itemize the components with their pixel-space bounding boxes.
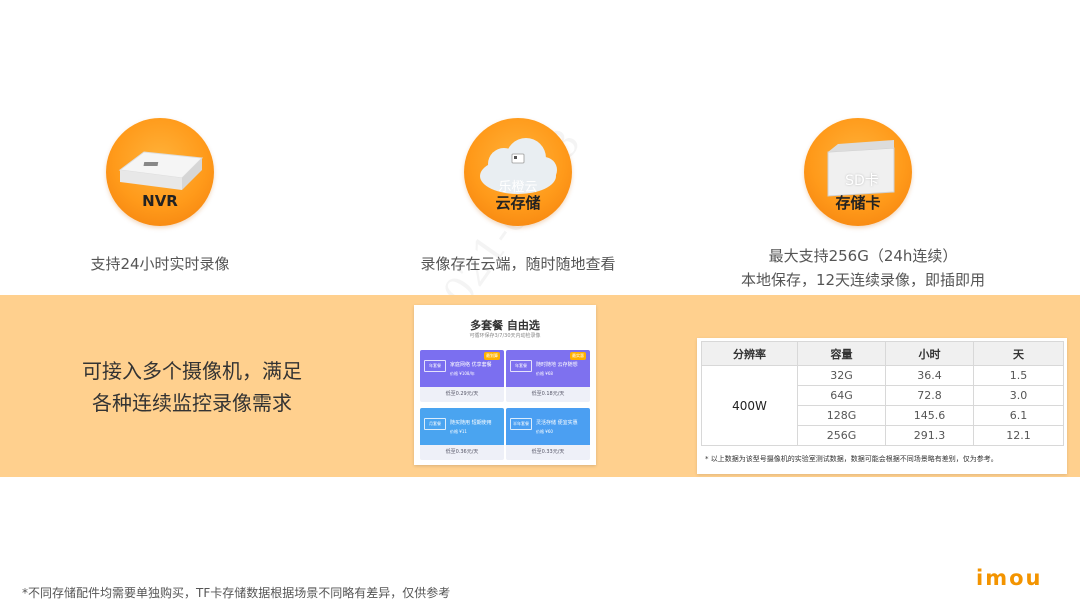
- spec-note: * 以上数据为该型号摄像机的实验室测试数据，数据可能会根据不同场景略有差别，仅为…: [705, 455, 998, 463]
- tile-daily-price: 低至0.33元/天: [506, 445, 590, 460]
- sdcard-label: 存储卡: [835, 194, 881, 212]
- plan-tile: 最实惠 年套餐 随时随地 云存随想 价格 ¥68 低至0.18元/天: [506, 350, 590, 402]
- table-header-row: 分辨率 容量 小时 天: [701, 341, 1064, 366]
- imou-logo: imou: [976, 566, 1043, 590]
- days-cell: 3.0: [973, 385, 1064, 406]
- tile-price: 价格 ¥60: [536, 429, 553, 434]
- plan-tile: 半年套餐 灵活存储 便宜实惠 价格 ¥60 低至0.33元/天: [506, 408, 590, 460]
- days-cell: 12.1: [973, 425, 1064, 446]
- sdcard-caption-line2: 本地保存，12天连续录像，即插即用: [740, 271, 986, 289]
- tile-daily-price: 低至0.18元/天: [506, 387, 590, 402]
- nvr-label: NVR: [142, 192, 178, 210]
- capacity-cell: 256G: [797, 425, 886, 446]
- sd-card-icon: SD卡 存储卡: [804, 118, 912, 226]
- tile-tag: 年套餐: [510, 360, 532, 372]
- plan-tile: 月套餐 随买随用 短期使用 价格 ¥11 低至0.36元/天: [420, 408, 504, 460]
- capacity-cell: 128G: [797, 405, 886, 426]
- days-cell: 6.1: [973, 405, 1064, 426]
- tile-name: 随买随用 短期使用: [450, 420, 492, 426]
- cloud-caption: 录像存在云端，随时随地查看: [420, 255, 616, 273]
- cloud-label: 云存储: [495, 194, 541, 212]
- plan-title: 多套餐 自由选: [470, 319, 540, 332]
- footnote: *不同存储配件均需要单独购买，TF卡存储数据根据场景不同略有差异，仅供参考: [22, 586, 451, 600]
- storage-spec-table: 分辨率 容量 小时 天 400W 32G 36.4 1.5 64G 72.8 3…: [701, 341, 1064, 446]
- sdcard-caption: 最大支持256G（24h连续） 本地保存，12天连续录像，即插即用: [720, 244, 1006, 292]
- cloud-storage-icon: 乐橙云 云存储: [464, 118, 572, 226]
- tile-name: 灵活存储 便宜实惠: [536, 420, 578, 426]
- band-text-line2: 各种连续监控录像需求: [92, 391, 292, 415]
- plan-tile: 最划算 年套餐 家庭网络 优享套餐 价格 ¥108/年 低至0.29元/天: [420, 350, 504, 402]
- storage-spec-card: 分辨率 容量 小时 天 400W 32G 36.4 1.5 64G 72.8 3…: [697, 338, 1067, 474]
- tile-price: 价格 ¥68: [536, 371, 553, 376]
- plan-subtitle: 可循环保存3/7/30天内动检录像: [469, 333, 541, 339]
- tile-badge: 最实惠: [570, 352, 586, 360]
- tile-daily-price: 低至0.29元/天: [420, 387, 504, 402]
- capacity-cell: 64G: [797, 385, 886, 406]
- hours-cell: 72.8: [885, 385, 974, 406]
- tile-daily-price: 低至0.36元/天: [420, 445, 504, 460]
- header-days: 天: [973, 341, 1064, 366]
- capacity-cell: 32G: [797, 365, 886, 386]
- header-resolution: 分辨率: [701, 341, 798, 366]
- resolution-cell: 400W: [701, 365, 798, 446]
- tile-name: 家庭网络 优享套餐: [450, 362, 492, 368]
- hours-cell: 145.6: [885, 405, 974, 426]
- tile-price: 价格 ¥108/年: [450, 371, 475, 376]
- hours-cell: 36.4: [885, 365, 974, 386]
- tile-price: 价格 ¥11: [450, 429, 467, 434]
- tile-badge: 最划算: [484, 352, 500, 360]
- hours-cell: 291.3: [885, 425, 974, 446]
- header-hours: 小时: [885, 341, 974, 366]
- cloud-plan-card: 多套餐 自由选 可循环保存3/7/30天内动检录像 最划算 年套餐 家庭网络 优…: [414, 305, 596, 465]
- days-cell: 1.5: [973, 365, 1064, 386]
- tile-tag: 半年套餐: [510, 418, 532, 430]
- nvr-caption: 支持24小时实时录像: [90, 255, 230, 273]
- tile-tag: 月套餐: [424, 418, 446, 430]
- nvr-icon: NVR: [106, 118, 214, 226]
- header-capacity: 容量: [797, 341, 886, 366]
- sdcard-caption-line1: 最大支持256G（24h连续）: [768, 247, 958, 265]
- tile-name: 随时随地 云存随想: [536, 362, 578, 368]
- band-text-line1: 可接入多个摄像机，满足: [82, 359, 302, 383]
- table-row: 400W 32G 36.4 1.5: [701, 365, 1064, 446]
- band-text: 可接入多个摄像机，满足 各种连续监控录像需求: [62, 355, 322, 419]
- tile-tag: 年套餐: [424, 360, 446, 372]
- sd-card-text: SD卡: [845, 173, 879, 189]
